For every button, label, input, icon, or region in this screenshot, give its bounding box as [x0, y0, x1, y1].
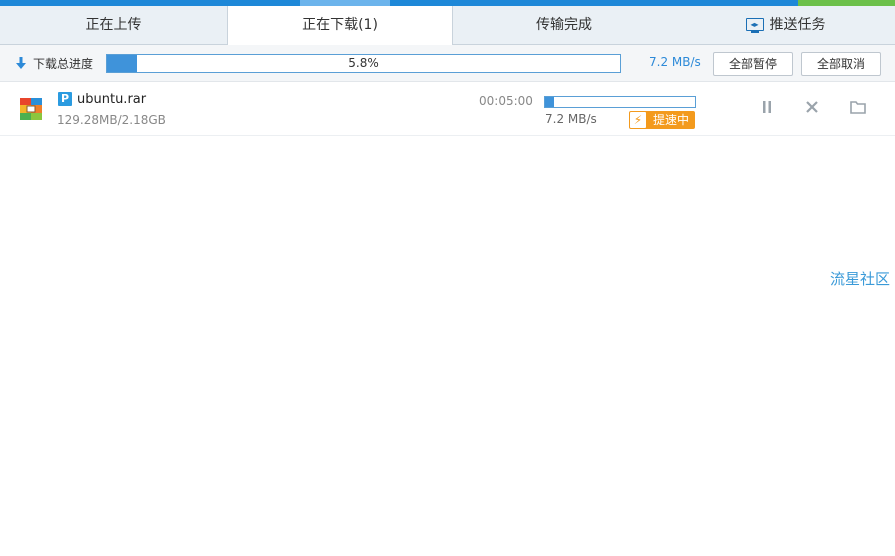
time-remaining: 00:05:00 [479, 94, 533, 108]
total-progress-label: 下载总进度 [33, 57, 94, 71]
tab-uploading[interactable]: 正在上传 [0, 6, 227, 44]
task-speed: 7.2 MB/s [545, 112, 597, 126]
total-progress-row: 下载总进度 5.8% 7.2 MB/s 全部暂停 全部取消 [0, 45, 895, 82]
tab-completed[interactable]: 传输完成 [452, 6, 676, 44]
cancel-all-button[interactable]: 全部取消 [801, 52, 881, 76]
download-arrow-icon [16, 57, 26, 69]
task-progress-fill [545, 97, 554, 107]
download-task-row[interactable]: P ubuntu.rar 129.28MB/2.18GB 00:05:00 7.… [0, 82, 895, 136]
total-speed: 7.2 MB/s [649, 55, 701, 69]
tab-bar: 正在上传 正在下载(1) 传输完成 ◂▸ 推送任务 [0, 6, 895, 45]
tab-downloading[interactable]: 正在下载(1) [227, 6, 453, 45]
tab-push-tasks[interactable]: ◂▸ 推送任务 [676, 6, 895, 44]
task-progress-bar [544, 96, 696, 108]
file-name: ubuntu.rar [77, 92, 147, 107]
pause-all-button[interactable]: 全部暂停 [713, 52, 793, 76]
tab-push-label: 推送任务 [769, 17, 826, 33]
folder-icon[interactable] [849, 98, 867, 116]
watermark-text: 流星社区 [830, 270, 891, 288]
total-progress-percent: 5.8% [348, 56, 379, 70]
boost-label: 提速中 [653, 113, 690, 127]
file-type-badge: P [58, 92, 72, 106]
total-progress-bar: 5.8% [106, 54, 621, 73]
monitor-push-icon: ◂▸ [745, 18, 764, 33]
archive-file-icon [20, 98, 42, 120]
lightning-icon: ⚡ [630, 112, 646, 128]
pause-icon[interactable] [758, 98, 776, 116]
file-size: 129.28MB/2.18GB [57, 113, 166, 127]
boost-badge[interactable]: ⚡ 提速中 [629, 111, 695, 129]
close-icon[interactable] [803, 98, 821, 116]
